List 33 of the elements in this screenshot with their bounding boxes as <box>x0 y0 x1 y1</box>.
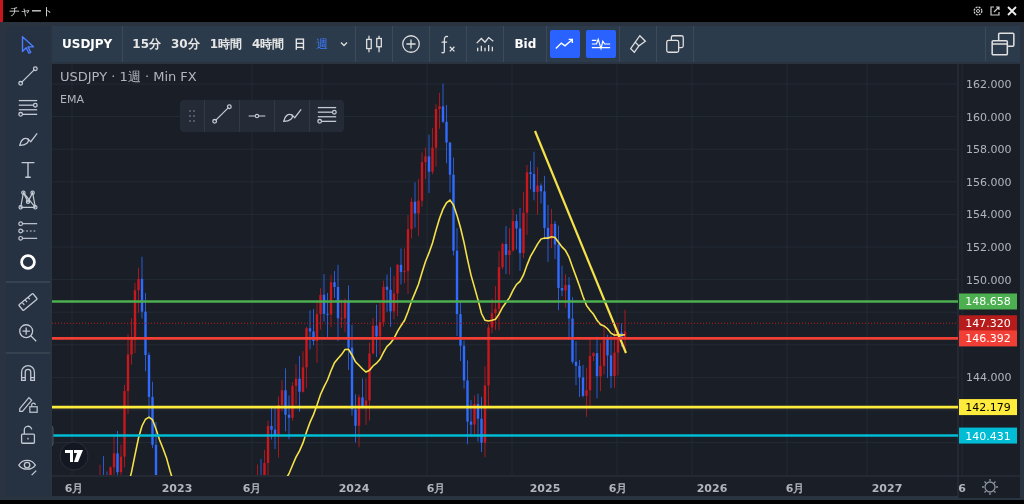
price-label: 147.320 <box>959 315 1017 332</box>
interval-tab[interactable]: 15分 <box>127 35 166 53</box>
interval-tab[interactable]: 1時間 <box>204 35 248 53</box>
time-label: 6月 <box>785 482 805 495</box>
time-label: 2027 <box>871 482 903 495</box>
price-tick: 158.000 <box>966 143 1012 157</box>
time-label: 6月 <box>426 482 446 495</box>
price-tick: 150.000 <box>966 273 1012 287</box>
time-label: 6月 <box>64 482 84 495</box>
symbol-button[interactable]: USDJPY <box>52 37 123 51</box>
time-label: 2026 <box>696 482 728 495</box>
price-tick: 154.000 <box>966 208 1012 222</box>
price-tick: 152.000 <box>966 241 1012 254</box>
price-tick: 160.000 <box>966 110 1012 124</box>
price-tick: 144.000 <box>966 371 1012 385</box>
time-label: 6 <box>958 482 966 495</box>
price-source-button[interactable]: Bid <box>504 37 547 51</box>
interval-tab[interactable]: 4時間 <box>247 35 290 53</box>
indicator-label: EMA <box>60 93 85 106</box>
interval-tab[interactable]: 30分 <box>166 35 205 53</box>
time-label: 2024 <box>338 482 370 495</box>
chart-legend: USDJPY · 1週 · Min FX <box>60 68 197 86</box>
interval-tab[interactable]: 日 <box>289 35 312 53</box>
price-label: 148.658 <box>959 293 1017 310</box>
price-tick: 156.000 <box>966 175 1012 189</box>
time-label: 6月 <box>608 482 628 495</box>
price-label: 142.179 <box>959 399 1017 416</box>
time-label: 2023 <box>161 482 193 495</box>
price-label: 146.392 <box>959 330 1017 347</box>
window-title: チャート <box>9 3 54 19</box>
time-label: 2025 <box>529 482 561 495</box>
price-tick: 162.000 <box>966 78 1012 91</box>
time-label: 6月 <box>242 482 262 495</box>
